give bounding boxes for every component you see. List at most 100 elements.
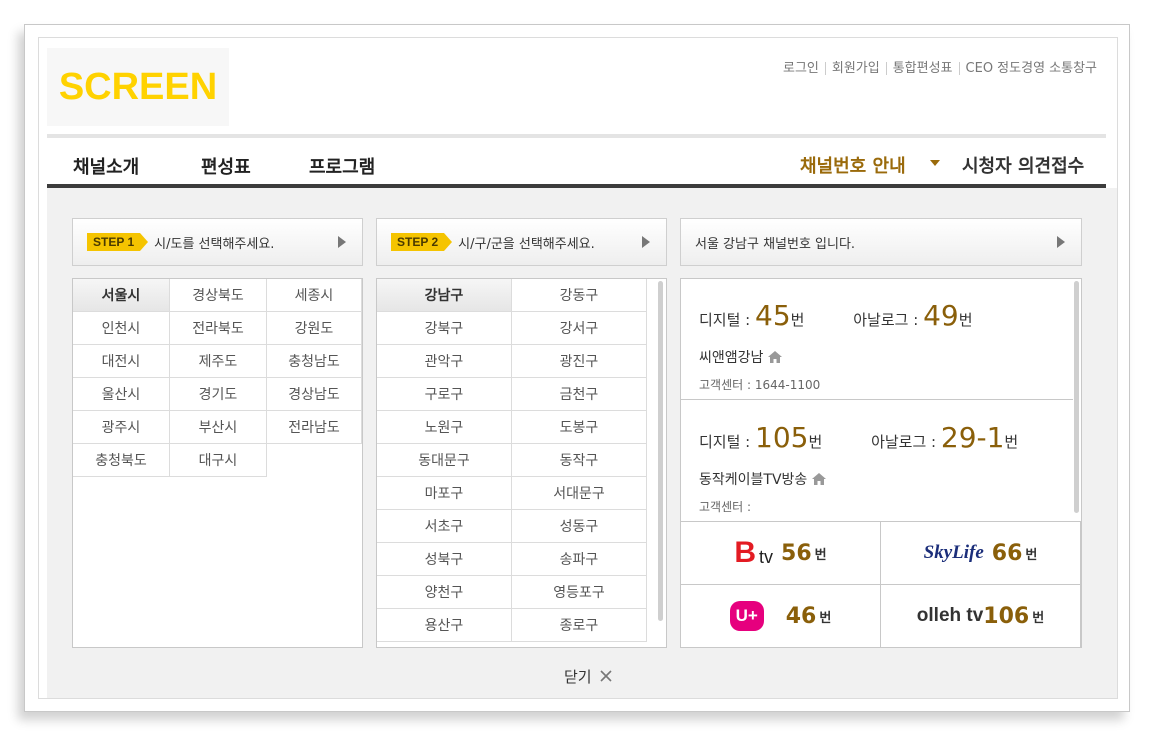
unit-label: 번 bbox=[790, 311, 805, 329]
city-item[interactable]: 경상남도 bbox=[267, 378, 362, 411]
skylife-logo: SkyLife bbox=[923, 542, 984, 563]
district-item[interactable]: 도봉구 bbox=[512, 411, 647, 444]
city-item[interactable]: 서울시 bbox=[73, 279, 170, 312]
unit-label: 번 bbox=[808, 433, 823, 451]
unit-label: 번 bbox=[1004, 433, 1019, 451]
digital-number: 105 bbox=[755, 421, 809, 454]
city-item[interactable]: 강원도 bbox=[267, 312, 362, 345]
district-item[interactable]: 강서구 bbox=[512, 312, 647, 345]
schedule-link[interactable]: 통합편성표 bbox=[885, 62, 959, 75]
district-scrollbar[interactable] bbox=[658, 281, 663, 621]
district-item[interactable]: 영등포구 bbox=[512, 576, 647, 609]
close-icon bbox=[600, 668, 612, 686]
city-item[interactable]: 경기도 bbox=[170, 378, 267, 411]
step1-badge: STEP 1 bbox=[87, 233, 149, 251]
provider-name: 씨앤앰강남 bbox=[699, 350, 764, 366]
city-item[interactable]: 전라북도 bbox=[170, 312, 267, 345]
step1-text: 시/도를 선택해주세요. bbox=[154, 236, 275, 252]
chevron-down-icon[interactable] bbox=[930, 160, 940, 166]
customer-center: 고객센터 : bbox=[699, 500, 752, 514]
district-item[interactable]: 종로구 bbox=[512, 609, 647, 642]
screen-logo[interactable]: SCREEN bbox=[47, 48, 229, 126]
popup-frame: SCREEN 로그인 회원가입 통합편성표 CEO 정도경영 소통창구 채널소개… bbox=[24, 24, 1130, 712]
uplus-cell: U+ 46 번 bbox=[681, 585, 881, 647]
nav-opinion[interactable]: 시청자 의견접수 bbox=[962, 152, 1084, 178]
district-item[interactable]: 강남구 bbox=[377, 279, 512, 312]
step1-bar[interactable]: STEP 1 시/도를 선택해주세요. bbox=[72, 218, 363, 266]
nav-schedule[interactable]: 편성표 bbox=[201, 153, 251, 179]
login-link[interactable]: 로그인 bbox=[777, 62, 825, 75]
city-item[interactable]: 부산시 bbox=[170, 411, 267, 444]
analog-number: 49 bbox=[923, 299, 959, 332]
skylife-cell: SkyLife 66 번 bbox=[881, 522, 1081, 585]
home-icon[interactable] bbox=[812, 473, 827, 485]
arrow-right-icon bbox=[338, 236, 346, 248]
channel-scrollbar[interactable] bbox=[1074, 281, 1079, 513]
olleh-cell: olleh tv 106 번 bbox=[881, 585, 1081, 647]
uplus-number: 46 bbox=[785, 603, 817, 629]
channel-panel: STEP 1 시/도를 선택해주세요. STEP 2 시/구/군을 선택해주세요… bbox=[47, 188, 1117, 698]
skylife-number: 66 bbox=[991, 540, 1023, 566]
district-item[interactable]: 양천구 bbox=[377, 576, 512, 609]
district-item[interactable]: 노원구 bbox=[377, 411, 512, 444]
nav-program[interactable]: 프로그램 bbox=[309, 153, 375, 179]
district-item[interactable]: 동대문구 bbox=[377, 444, 512, 477]
city-list: 서울시 경상북도 세종시인천시 전라북도 강원도대전시 제주도 충청남도울산시 경기도 경상남도… bbox=[72, 278, 363, 648]
city-item[interactable]: 충청남도 bbox=[267, 345, 362, 378]
district-item[interactable]: 광진구 bbox=[512, 345, 647, 378]
district-item[interactable]: 동작구 bbox=[512, 444, 647, 477]
city-item[interactable]: 경상북도 bbox=[170, 279, 267, 312]
arrow-right-icon bbox=[642, 236, 650, 248]
btv-cell: B tv 56 번 bbox=[681, 522, 881, 585]
city-item[interactable]: 대구시 bbox=[170, 444, 267, 477]
city-item[interactable]: 인천시 bbox=[73, 312, 170, 345]
step3-bar: 서울 강남구 채널번호 입니다. bbox=[680, 218, 1082, 266]
district-item[interactable]: 마포구 bbox=[377, 477, 512, 510]
city-item[interactable]: 대전시 bbox=[73, 345, 170, 378]
city-item[interactable]: 광주시 bbox=[73, 411, 170, 444]
district-item[interactable]: 용산구 bbox=[377, 609, 512, 642]
step2-bar[interactable]: STEP 2 시/구/군을 선택해주세요. bbox=[376, 218, 667, 266]
unit-label: 번 bbox=[819, 610, 832, 626]
nav-channel-intro[interactable]: 채널소개 bbox=[73, 153, 139, 179]
analog-label: 아날로그 : bbox=[871, 433, 937, 451]
signup-link[interactable]: 회원가입 bbox=[824, 62, 886, 75]
uplus-logo: U+ bbox=[729, 601, 764, 631]
close-label: 닫기 bbox=[564, 668, 592, 686]
ceo-link[interactable]: CEO 정도경영 소통창구 bbox=[958, 62, 1103, 75]
district-item[interactable]: 서대문구 bbox=[512, 477, 647, 510]
step2-badge: STEP 2 bbox=[391, 233, 453, 251]
step2-text: 시/구/군을 선택해주세요. bbox=[458, 236, 595, 252]
digital-number: 45 bbox=[755, 299, 791, 332]
logo-text: SCREEN bbox=[58, 65, 218, 108]
unit-label: 번 bbox=[958, 311, 973, 329]
popup-inner: SCREEN 로그인 회원가입 통합편성표 CEO 정도경영 소통창구 채널소개… bbox=[38, 37, 1118, 699]
district-item[interactable]: 서초구 bbox=[377, 510, 512, 543]
city-item[interactable]: 울산시 bbox=[73, 378, 170, 411]
district-list: 강남구 강동구 강북구 강서구 관악구 광진구 구로구 금천구 노원구 도봉구 동대문구 동작구 마포구… bbox=[376, 278, 667, 648]
district-item[interactable]: 강북구 bbox=[377, 312, 512, 345]
home-icon[interactable] bbox=[768, 351, 783, 363]
btv-logo: B tv bbox=[734, 536, 774, 569]
digital-label: 디지털 : bbox=[699, 433, 751, 451]
city-item[interactable]: 제주도 bbox=[170, 345, 267, 378]
provider-name: 동작케이블TV방송 bbox=[699, 472, 808, 488]
district-item[interactable]: 관악구 bbox=[377, 345, 512, 378]
district-item[interactable]: 강동구 bbox=[512, 279, 647, 312]
customer-center: 고객센터 : 1644-1100 bbox=[699, 378, 821, 392]
analog-number: 29-1 bbox=[940, 421, 1005, 454]
main-nav: 채널소개 편성표 프로그램 채널번호 안내 시청자 의견접수 bbox=[47, 138, 1106, 188]
district-item[interactable]: 구로구 bbox=[377, 378, 512, 411]
district-item[interactable]: 성동구 bbox=[512, 510, 647, 543]
city-item[interactable]: 충청북도 bbox=[73, 444, 170, 477]
district-item[interactable]: 금천구 bbox=[512, 378, 647, 411]
district-item[interactable]: 송파구 bbox=[512, 543, 647, 576]
unit-label: 번 bbox=[814, 547, 827, 563]
unit-label: 번 bbox=[1025, 547, 1038, 563]
district-item[interactable]: 성북구 bbox=[377, 543, 512, 576]
city-item[interactable]: 전라남도 bbox=[267, 411, 362, 444]
city-item[interactable]: 세종시 bbox=[267, 279, 362, 312]
analog-label: 아날로그 : bbox=[853, 311, 919, 329]
nav-channel-guide[interactable]: 채널번호 안내 bbox=[800, 152, 906, 178]
close-button[interactable]: 닫기 bbox=[564, 666, 612, 687]
